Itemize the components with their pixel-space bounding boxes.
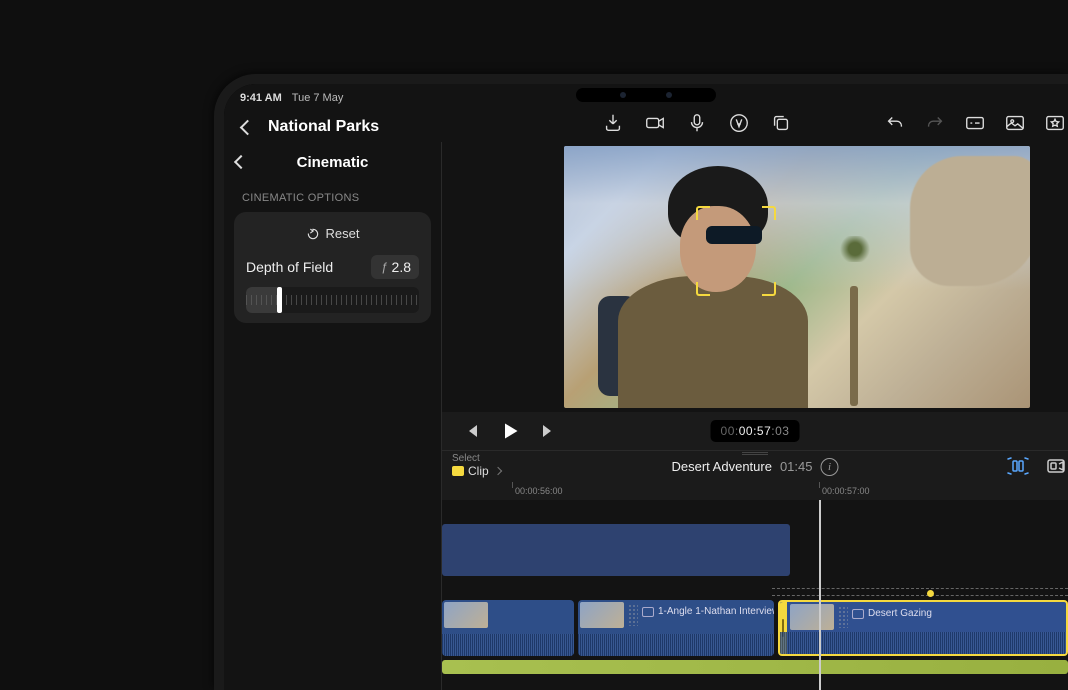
select-mode-button[interactable]: Clip bbox=[452, 464, 501, 478]
inspector-back-button[interactable] bbox=[234, 155, 248, 169]
camera-icon[interactable] bbox=[644, 112, 666, 134]
reset-button[interactable]: Reset bbox=[246, 222, 419, 251]
playhead[interactable] bbox=[819, 500, 821, 690]
toolbar-right bbox=[884, 112, 1068, 134]
clip-label: Clip bbox=[468, 464, 489, 478]
timeline-ruler[interactable]: 00:00:56:00 00:00:57:00 bbox=[442, 482, 1068, 500]
focus-box[interactable] bbox=[696, 206, 776, 296]
video-clip-1[interactable] bbox=[442, 600, 574, 656]
multicam-icon bbox=[642, 607, 654, 617]
keyframe-track[interactable] bbox=[772, 588, 1068, 596]
main-area: 00:00:57:03 Select Clip Desert Adventure… bbox=[442, 142, 1068, 690]
ipad-frame: 9:41 AM Tue 7 May National Parks Cinemat… bbox=[214, 74, 1068, 690]
timeline-info-bar: Select Clip Desert Adventure 01:45 i bbox=[442, 450, 1068, 482]
camera-notch bbox=[576, 88, 716, 102]
inspector-section-label: CINEMATIC OPTIONS bbox=[224, 182, 441, 212]
captions-icon[interactable] bbox=[964, 112, 986, 134]
video-track: 1-Angle 1-Nathan Interview Desert Gazing bbox=[442, 600, 1068, 656]
reset-icon bbox=[306, 227, 320, 241]
chevron-left-icon bbox=[239, 119, 255, 135]
position-icon[interactable] bbox=[1044, 455, 1068, 478]
timeline-project-info: Desert Adventure 01:45 i bbox=[672, 458, 839, 476]
inspector-header: Cinematic bbox=[224, 142, 441, 182]
redo-icon[interactable] bbox=[924, 112, 946, 134]
depth-of-field-slider[interactable] bbox=[246, 287, 419, 313]
previous-button[interactable] bbox=[460, 419, 484, 443]
app-screen: 9:41 AM Tue 7 May National Parks Cinemat… bbox=[224, 84, 1068, 690]
status-bar: 9:41 AM Tue 7 May bbox=[240, 92, 343, 104]
titles-icon[interactable] bbox=[728, 112, 750, 134]
timeline-project-title: Desert Adventure bbox=[672, 459, 772, 474]
depth-of-field-row: Depth of Field ƒ2.8 bbox=[246, 251, 419, 287]
chevron-updown-icon bbox=[493, 467, 501, 475]
next-button[interactable] bbox=[536, 419, 560, 443]
status-date: Tue 7 May bbox=[292, 92, 344, 104]
cinematic-options-card: Reset Depth of Field ƒ2.8 bbox=[234, 212, 431, 323]
cinematic-icon bbox=[852, 609, 864, 619]
music-track[interactable] bbox=[442, 660, 1068, 674]
voiceover-icon[interactable] bbox=[686, 112, 708, 134]
viewer[interactable] bbox=[564, 146, 1030, 408]
back-button[interactable] bbox=[234, 114, 260, 140]
depth-of-field-value[interactable]: ƒ2.8 bbox=[371, 255, 419, 279]
import-icon[interactable] bbox=[602, 112, 624, 134]
drag-handle-icon[interactable] bbox=[742, 452, 768, 455]
reset-label: Reset bbox=[326, 226, 360, 241]
inspector-title: Cinematic bbox=[297, 154, 369, 171]
favorite-icon[interactable] bbox=[1044, 112, 1066, 134]
photo-icon[interactable] bbox=[1004, 112, 1026, 134]
toolbar-center bbox=[602, 112, 792, 134]
slider-handle[interactable] bbox=[277, 287, 282, 313]
undo-icon[interactable] bbox=[884, 112, 906, 134]
video-clip-2[interactable]: 1-Angle 1-Nathan Interview bbox=[578, 600, 774, 656]
magnetic-icon[interactable] bbox=[1006, 455, 1030, 478]
clip-icon bbox=[452, 466, 464, 476]
timecode-display[interactable]: 00:00:57:03 bbox=[711, 420, 800, 442]
timeline[interactable]: 1-Angle 1-Nathan Interview Desert Gazing bbox=[442, 500, 1068, 690]
fstop-icon: ƒ bbox=[381, 260, 388, 274]
project-title: National Parks bbox=[268, 118, 379, 136]
depth-of-field-label: Depth of Field bbox=[246, 259, 333, 275]
duplicate-icon[interactable] bbox=[770, 112, 792, 134]
keyframe-dot[interactable] bbox=[926, 589, 936, 599]
status-time: 9:41 AM bbox=[240, 92, 282, 104]
video-clip-3-selected[interactable]: Desert Gazing bbox=[778, 600, 1068, 656]
transport-bar: 00:00:57:03 bbox=[442, 412, 1068, 450]
info-icon[interactable]: i bbox=[821, 458, 839, 476]
audio-track-top[interactable] bbox=[442, 524, 790, 576]
inspector-sidebar: Cinematic CINEMATIC OPTIONS Reset Depth … bbox=[224, 142, 442, 690]
play-button[interactable] bbox=[498, 419, 522, 443]
select-mode-label: Select bbox=[452, 453, 480, 464]
timeline-duration: 01:45 bbox=[780, 459, 813, 474]
